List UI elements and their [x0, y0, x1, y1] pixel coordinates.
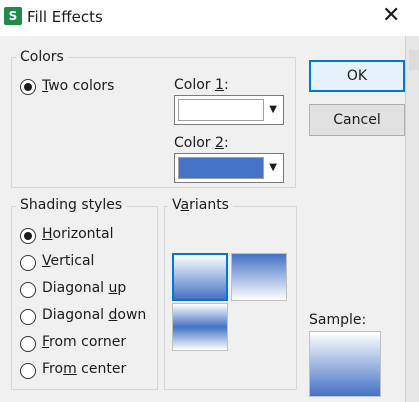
color1-swatch — [178, 99, 264, 121]
shading-option-label[interactable]: From center — [42, 361, 126, 377]
window-title: Fill Effects — [27, 8, 103, 26]
shading-option-label[interactable]: Diagonal down — [42, 307, 146, 323]
shading-radio-1[interactable] — [20, 255, 36, 271]
sample-label: Sample: — [309, 312, 367, 328]
shading-radio-4[interactable] — [20, 336, 36, 352]
variant-1[interactable] — [172, 253, 228, 301]
sample-preview — [309, 331, 381, 397]
variants-label: Variants — [168, 197, 233, 213]
color2-dropdown[interactable]: ▼ — [174, 153, 284, 183]
shading-option-label[interactable]: Horizontal — [42, 226, 114, 242]
background-window-edge — [405, 36, 419, 402]
variant-3[interactable] — [172, 303, 228, 351]
shading-styles-label: Shading styles — [16, 197, 127, 213]
chevron-down-icon: ▼ — [269, 104, 277, 115]
color2-label: Color 2: — [174, 135, 229, 151]
shading-radio-3[interactable] — [20, 309, 36, 325]
colors-group-label: Colors — [16, 49, 68, 65]
two-colors-label[interactable]: Two colors — [42, 78, 114, 94]
app-icon: S — [4, 7, 22, 25]
cancel-button[interactable]: Cancel — [309, 104, 405, 136]
two-colors-radio[interactable] — [20, 79, 36, 95]
ok-button[interactable]: OK — [309, 60, 405, 92]
shading-radio-5[interactable] — [20, 363, 36, 379]
shading-option-label[interactable]: From corner — [42, 334, 126, 350]
chevron-down-icon: ▼ — [269, 162, 277, 173]
title-bar: S Fill Effects ✕ — [0, 0, 419, 36]
close-icon[interactable]: ✕ — [382, 3, 400, 29]
variant-2[interactable] — [231, 253, 287, 301]
shading-radio-0[interactable] — [20, 228, 36, 244]
shading-option-label[interactable]: Vertical — [42, 253, 94, 269]
shading-option-label[interactable]: Diagonal up — [42, 280, 126, 296]
color2-swatch — [178, 157, 264, 179]
shading-radio-2[interactable] — [20, 282, 36, 298]
color1-dropdown[interactable]: ▼ — [174, 95, 284, 125]
color1-label: Color 1: — [174, 77, 229, 93]
